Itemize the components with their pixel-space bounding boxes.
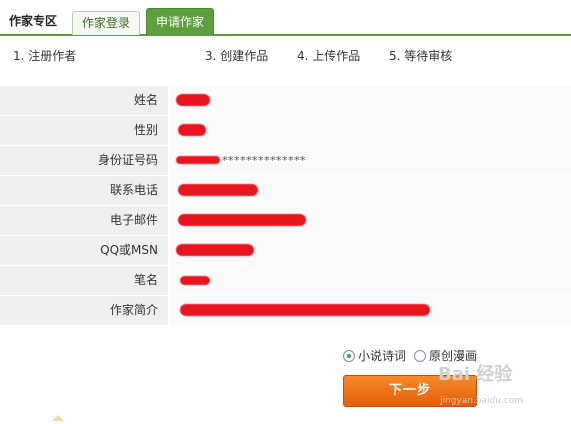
step-confirm: 2. 确认资料 — [93, 45, 203, 67]
step-review: 5. 等待审核 — [377, 45, 469, 67]
step-upload: 4. 上传作品 — [285, 45, 388, 67]
redaction-mark — [178, 214, 306, 226]
redaction-mark — [180, 276, 210, 285]
form-row-qq-msn: QQ或MSN — [0, 236, 571, 266]
redaction-mark — [180, 304, 430, 316]
radio-checked-icon[interactable] — [343, 349, 355, 362]
masked-id-text: ************** — [222, 154, 306, 167]
step-register: 1. 注册作者 — [1, 45, 102, 67]
value-phone — [168, 176, 571, 205]
tab-apply-writer[interactable]: 申请作家 — [146, 8, 215, 36]
step-review-label: 5. 等待审核 — [389, 49, 453, 63]
label-id-number: 身份证号码 — [0, 146, 168, 175]
radio-novel-poetry[interactable]: 小说诗词 — [343, 347, 406, 364]
form-row-id-number: 身份证号码 ************** — [0, 146, 571, 176]
step-progress-bar: 1. 注册作者 2. 确认资料 3. 创建作品 4. 上传作品 5. 等待审核 — [1, 45, 469, 67]
scroll-up-arrow-icon — [52, 415, 64, 421]
label-email: 电子邮件 — [0, 206, 168, 235]
form-row-bio: 作家简介 — [0, 296, 571, 326]
label-pen-name: 笔名 — [0, 266, 168, 295]
label-qq-msn: QQ或MSN — [0, 236, 168, 265]
form-row-pen-name: 笔名 — [0, 266, 571, 296]
form-row-gender: 性别 — [0, 116, 571, 146]
value-gender — [168, 116, 571, 145]
step-register-label: 1. 注册作者 — [13, 49, 77, 63]
redaction-mark — [176, 94, 210, 106]
value-name — [168, 86, 571, 115]
radio-unchecked-icon[interactable] — [414, 349, 427, 362]
value-email — [168, 206, 571, 235]
value-id-number: ************** — [168, 146, 571, 175]
label-name: 姓名 — [0, 86, 168, 115]
form-row-email: 电子邮件 — [0, 206, 571, 236]
tab-writer-login[interactable]: 作家登录 — [72, 11, 141, 35]
label-phone: 联系电话 — [0, 176, 168, 205]
label-gender: 性别 — [0, 116, 168, 145]
label-bio: 作家简介 — [0, 296, 168, 325]
profile-form: 姓名 性别 身份证号码 ************** 联系电话 电子邮件 QQ或… — [0, 86, 571, 326]
header-bar: 作家专区 作家登录 申请作家 — [0, 0, 571, 36]
step-confirm-label: 2. 确认资料 — [105, 49, 169, 63]
value-qq-msn — [168, 236, 571, 265]
value-pen-name — [168, 266, 571, 295]
value-bio — [168, 296, 571, 325]
redaction-mark — [176, 244, 254, 256]
form-row-name: 姓名 — [0, 86, 571, 116]
radio-novel-poetry-label: 小说诗词 — [358, 349, 407, 363]
zone-title: 作家专区 — [9, 14, 58, 28]
step-create-label: 3. 创建作品 — [205, 49, 269, 63]
step-create: 3. 创建作品 — [193, 45, 296, 67]
redaction-mark — [178, 184, 258, 196]
step-upload-label: 4. 上传作品 — [297, 49, 361, 63]
watermark-url: jingyan.baidu.com — [440, 396, 524, 406]
form-row-phone: 联系电话 — [0, 176, 571, 206]
redaction-mark — [178, 124, 206, 136]
baidu-watermark: Bai 经验 — [438, 364, 513, 385]
redaction-mark — [176, 156, 220, 164]
